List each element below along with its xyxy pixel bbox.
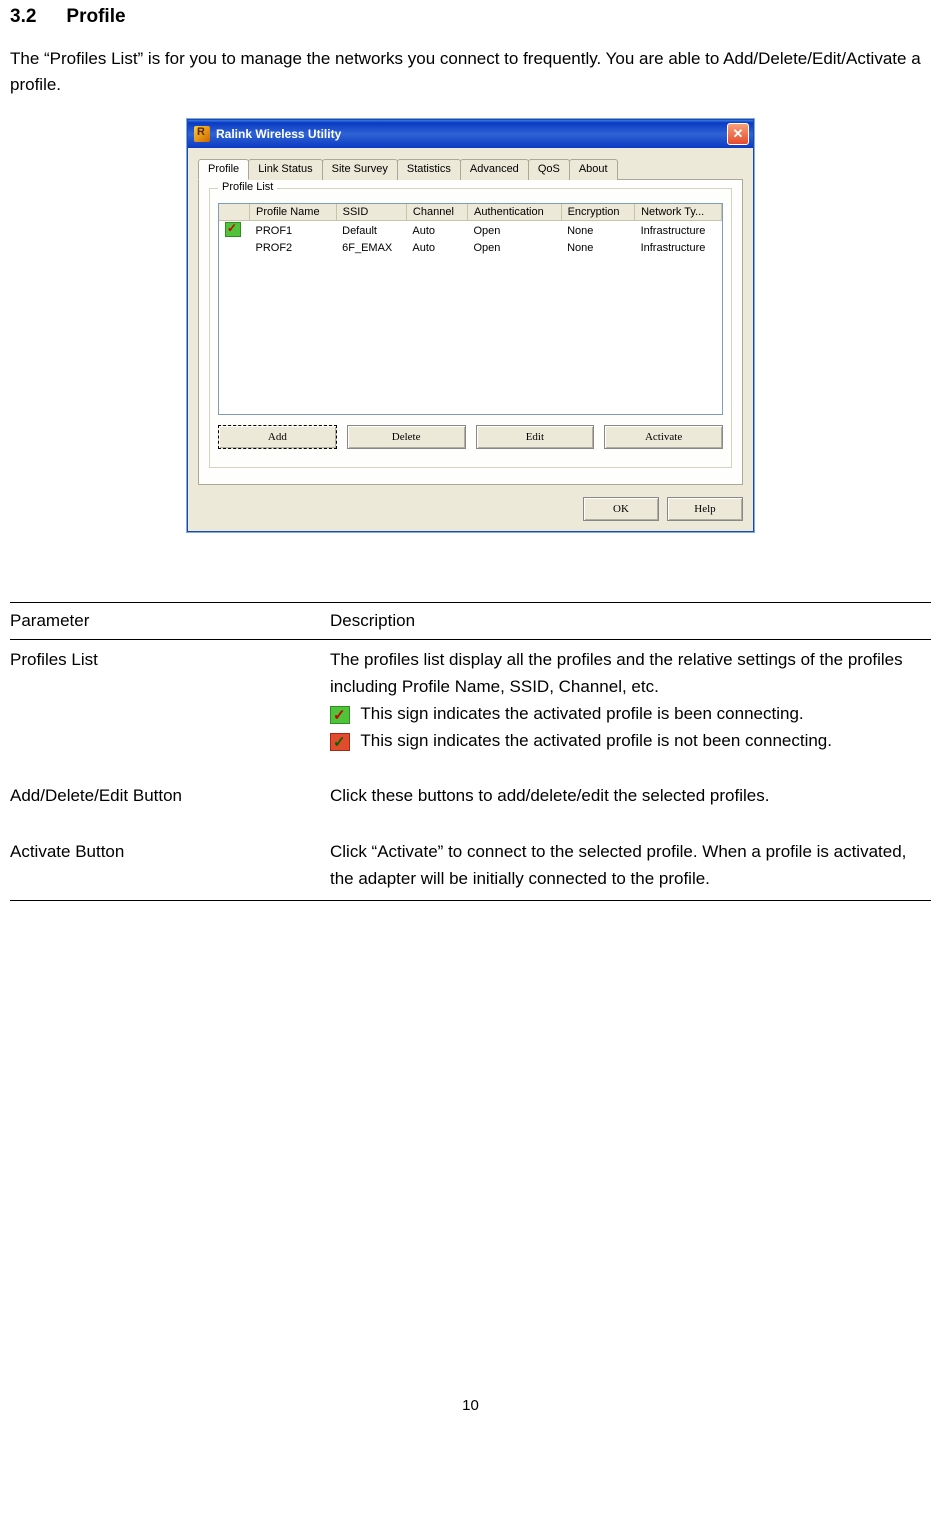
profile-list-header-row: Profile Name SSID Channel Authentication… (219, 204, 722, 221)
cell-ssid: Default (336, 220, 406, 241)
activate-button[interactable]: Activate (604, 425, 723, 449)
param-name: Add/Delete/Edit Button (10, 782, 330, 809)
cell-profile: PROF1 (250, 220, 337, 241)
check-red-icon (330, 733, 350, 751)
head-description: Description (330, 611, 931, 631)
check-green-icon (330, 706, 350, 724)
tab-about[interactable]: About (569, 159, 618, 180)
check-icon (225, 222, 241, 237)
section-heading: 3.2 Profile (10, 6, 931, 28)
cell-channel: Auto (406, 241, 467, 255)
param-name: Activate Button (10, 838, 330, 892)
tab-link-status[interactable]: Link Status (248, 159, 322, 180)
tab-statistics[interactable]: Statistics (397, 159, 461, 180)
col-ssid[interactable]: SSID (336, 204, 406, 221)
cell-profile: PROF2 (250, 241, 337, 255)
intro-paragraph: The “Profiles List” is for you to manage… (10, 46, 931, 99)
add-button[interactable]: Add (218, 425, 337, 449)
cell-net: Infrastructure (635, 220, 722, 241)
cell-auth: Open (467, 220, 561, 241)
parameter-table: Parameter Description Profiles List The … (10, 602, 931, 901)
cell-auth: Open (467, 241, 561, 255)
section-title: Profile (66, 6, 125, 27)
cell-ssid: 6F_EMAX (336, 241, 406, 255)
tab-profile[interactable]: Profile (198, 159, 249, 180)
tab-panel: Profile List Profile Name SSID Channel (198, 180, 743, 485)
edit-button[interactable]: Edit (476, 425, 595, 449)
help-button[interactable]: Help (667, 497, 743, 521)
status-icon (219, 241, 250, 255)
profile-list[interactable]: Profile Name SSID Channel Authentication… (218, 203, 723, 415)
col-profile-name[interactable]: Profile Name (250, 204, 337, 221)
param-name: Profiles List (10, 646, 330, 755)
table-row[interactable]: PROF2 6F_EMAX Auto Open None Infrastruct… (219, 241, 722, 255)
desc-text: The profiles list display all the profil… (330, 650, 903, 696)
dialog-button-row: OK Help (198, 497, 743, 521)
app-window: Ralink Wireless Utility ✕ Profile Link S… (187, 119, 754, 532)
desc-text: This sign indicates the activated profil… (360, 704, 803, 723)
groupbox-title: Profile List (218, 181, 277, 193)
tab-advanced[interactable]: Advanced (460, 159, 529, 180)
col-channel[interactable]: Channel (406, 204, 467, 221)
table-row[interactable]: PROF1 Default Auto Open None Infrastruct… (219, 220, 722, 241)
col-enc[interactable]: Encryption (561, 204, 635, 221)
tabstrip: Profile Link Status Site Survey Statisti… (198, 158, 743, 180)
tab-qos[interactable]: QoS (528, 159, 570, 180)
col-status[interactable] (219, 204, 250, 221)
app-icon (194, 126, 210, 142)
param-desc: Click “Activate” to connect to the selec… (330, 838, 931, 892)
cell-enc: None (561, 220, 635, 241)
param-row-add-delete-edit: Add/Delete/Edit Button Click these butto… (10, 776, 931, 831)
screenshot-figure: Ralink Wireless Utility ✕ Profile Link S… (10, 119, 931, 532)
profile-button-row: Add Delete Edit Activate (218, 425, 723, 449)
param-desc: Click these buttons to add/delete/edit t… (330, 782, 931, 809)
groupbox-profile-list: Profile List Profile Name SSID Channel (209, 188, 732, 468)
param-desc: The profiles list display all the profil… (330, 646, 931, 755)
page-number: 10 (0, 1397, 941, 1414)
cell-enc: None (561, 241, 635, 255)
delete-button[interactable]: Delete (347, 425, 466, 449)
desc-text: This sign indicates the activated profil… (360, 731, 832, 750)
window-body: Profile Link Status Site Survey Statisti… (188, 148, 753, 531)
tab-site-survey[interactable]: Site Survey (322, 159, 398, 180)
ok-button[interactable]: OK (583, 497, 659, 521)
param-row-profiles-list: Profiles List The profiles list display … (10, 640, 931, 777)
col-net[interactable]: Network Ty... (635, 204, 722, 221)
cell-net: Infrastructure (635, 241, 722, 255)
col-auth[interactable]: Authentication (467, 204, 561, 221)
section-number: 3.2 (10, 6, 36, 27)
window-title: Ralink Wireless Utility (216, 127, 727, 141)
close-icon[interactable]: ✕ (727, 123, 749, 145)
head-parameter: Parameter (10, 611, 330, 631)
param-row-activate: Activate Button Click “Activate” to conn… (10, 832, 931, 900)
status-icon (219, 220, 250, 241)
titlebar: Ralink Wireless Utility ✕ (188, 120, 753, 148)
param-table-header: Parameter Description (10, 603, 931, 639)
cell-channel: Auto (406, 220, 467, 241)
